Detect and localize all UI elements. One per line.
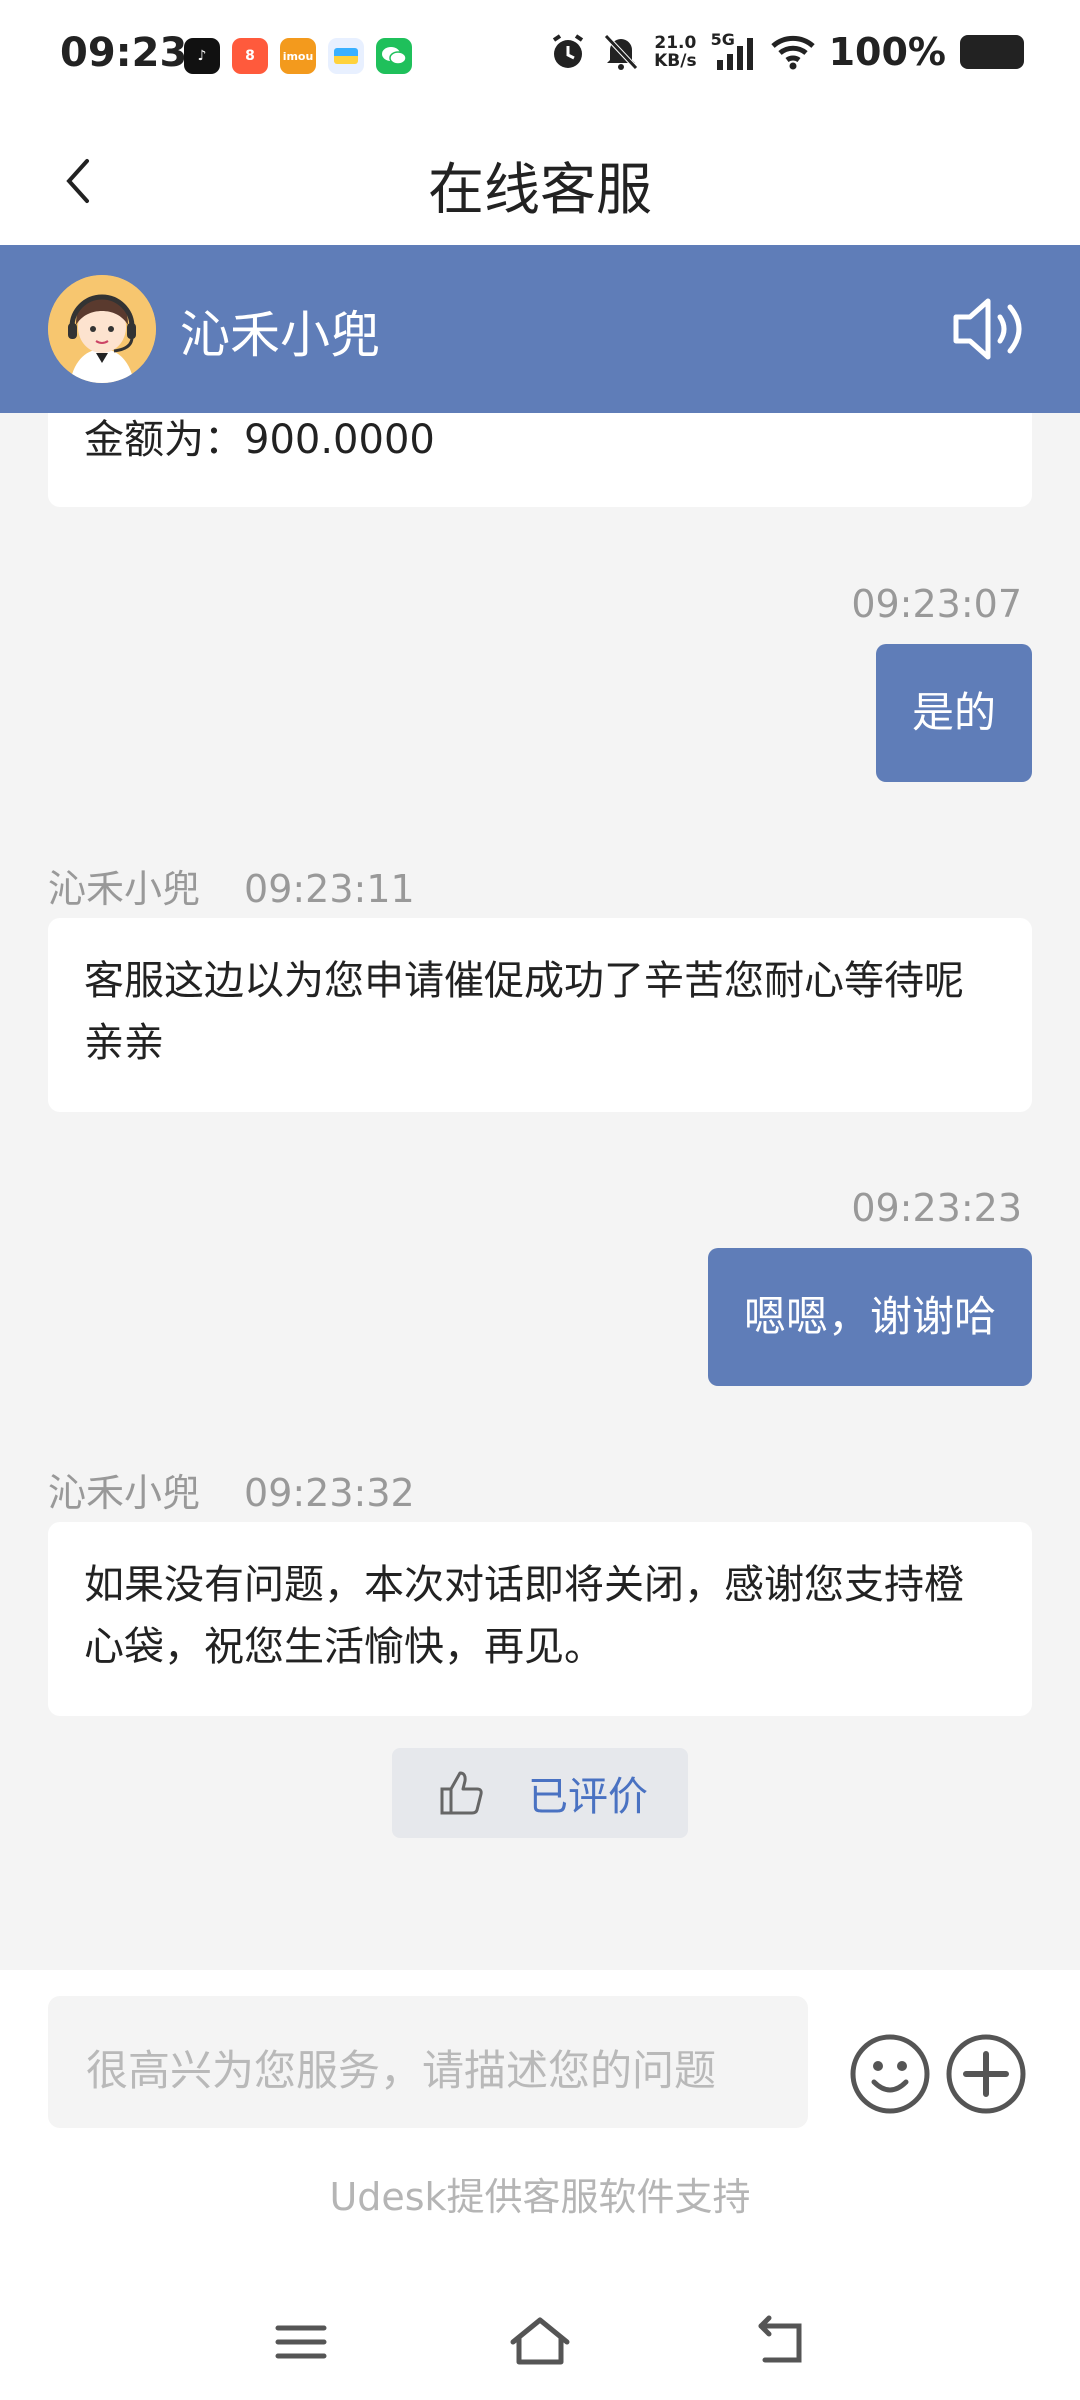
add-button[interactable] [944, 2032, 1028, 2116]
message-text: 客服这边以为您申请催促成功了辛苦您耐心等待呢亲亲 [84, 958, 964, 1066]
message-sender: 沁禾小兜 [48, 1471, 201, 1515]
status-bar: 09:23 ♪ 8 imou 21.0 KB/s 5G 100% [0, 0, 1080, 115]
emoji-button[interactable] [848, 2032, 932, 2116]
message-meta: 沁禾小兜 09:23:32 [48, 1462, 415, 1517]
menu-icon [275, 2325, 327, 2359]
network-speed: 21.0 KB/s [654, 34, 696, 70]
agent-name: 沁禾小兜 [180, 306, 380, 364]
wallet-icon [328, 38, 364, 74]
smiley-icon [850, 2034, 930, 2114]
cellular-signal: 5G [711, 30, 757, 72]
message-text: 如果没有问题，本次对话即将关闭，感谢您支持橙心袋，祝您生活愉快，再见。 [84, 1562, 964, 1670]
home-nav-button[interactable] [505, 2312, 575, 2372]
status-time: 09:23 [60, 30, 188, 76]
signal-bars-icon [716, 38, 753, 70]
tiktok-icon: ♪ [184, 38, 220, 74]
xiaohongshu-icon: 8 [232, 38, 268, 74]
page-title: 在线客服 [428, 158, 652, 223]
system-navigation-bar [0, 2290, 1080, 2400]
agent-bar: 沁禾小兜 [0, 245, 1080, 413]
page-header: 在线客服 [0, 115, 1080, 245]
thumbs-up-icon [440, 1771, 483, 1815]
message-time: 09:23:07 [851, 582, 1022, 626]
alarm-icon [553, 34, 584, 68]
battery-icon [960, 35, 1024, 69]
agent-message: 金额为：900.0000 [48, 413, 1032, 507]
message-text: 嗯嗯，谢谢哈 [743, 1292, 996, 1341]
mute-icon [604, 34, 638, 70]
network-speed-unit: KB/s [654, 51, 697, 71]
input-placeholder: 很高兴为您服务，请描述您的问题 [86, 2046, 717, 2095]
home-icon [510, 2317, 570, 2365]
agent-avatar [48, 275, 156, 383]
message-time: 09:23:11 [244, 867, 415, 911]
rated-button[interactable]: 已评价 [392, 1748, 688, 1838]
agent-message: 客服这边以为您申请催促成功了辛苦您耐心等待呢亲亲 [48, 918, 1032, 1112]
battery-percent: 100% [828, 30, 946, 74]
message-time: 09:23:32 [244, 1471, 415, 1515]
return-icon [758, 2315, 802, 2363]
menu-nav-button[interactable] [266, 2312, 336, 2372]
notification-app-icons: ♪ 8 imou [184, 38, 412, 74]
plus-circle-icon [946, 2034, 1026, 2114]
message-time: 09:23:23 [851, 1186, 1022, 1230]
powered-by-text: Udesk提供客服软件支持 [329, 2175, 751, 2219]
speaker-icon [953, 298, 1022, 360]
agent-message: 如果没有问题，本次对话即将关闭，感谢您支持橙心袋，祝您生活愉快，再见。 [48, 1522, 1032, 1716]
message-text: 金额为：900.0000 [84, 417, 435, 463]
imou-icon: imou [280, 38, 316, 74]
rated-label: 已评价 [528, 1774, 648, 1820]
wechat-icon [376, 38, 412, 74]
message-meta: 沁禾小兜 09:23:11 [48, 858, 415, 913]
message-input[interactable]: 很高兴为您服务，请描述您的问题 [48, 1996, 808, 2128]
user-message: 是的 [875, 644, 1032, 782]
back-nav-button[interactable] [745, 2312, 815, 2372]
wifi-icon [770, 35, 815, 70]
status-indicators: 21.0 KB/s 5G 100% [548, 30, 1024, 74]
sound-toggle-button[interactable] [950, 293, 1030, 365]
user-message: 嗯嗯，谢谢哈 [707, 1248, 1032, 1386]
message-sender: 沁禾小兜 [48, 867, 201, 911]
network-speed-value: 21.0 [654, 33, 697, 53]
message-text: 是的 [911, 688, 996, 737]
